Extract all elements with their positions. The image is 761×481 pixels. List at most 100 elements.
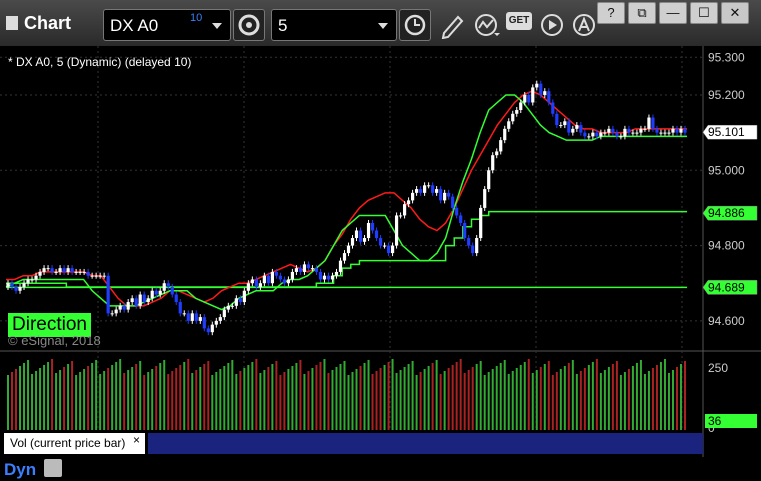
candle-body (190, 313, 194, 321)
candle-body (14, 286, 18, 291)
close-button[interactable]: ✕ (721, 2, 749, 24)
candle-body (162, 283, 166, 291)
chart-title: * DX A0, 5 (Dynamic) (delayed 10) (8, 55, 192, 69)
candle-body (382, 245, 387, 247)
price-tick-label: 95.200 (708, 88, 745, 102)
maximize-button[interactable]: ☐ (690, 2, 718, 24)
candle-body (683, 128, 687, 133)
price-chart[interactable]: 95.30095.20095.00094.80094.6003104:0008:… (0, 46, 761, 481)
candle-body (50, 268, 54, 272)
candle-body (114, 309, 118, 314)
candle-body (539, 83, 543, 95)
play-icon[interactable] (538, 11, 568, 39)
candle-body (274, 271, 278, 276)
candle-body (142, 294, 146, 303)
candle-body (543, 91, 547, 95)
get-button[interactable]: GET (506, 12, 532, 30)
candle-body (567, 121, 571, 133)
candle-body (202, 317, 206, 329)
candle-body (134, 298, 138, 306)
candle-body (262, 275, 266, 284)
candle-body (607, 128, 611, 133)
candle-body (655, 128, 659, 133)
price-tick-label: 94.600 (708, 314, 745, 328)
candle-body (483, 189, 487, 208)
symbol-dropdown-icon[interactable] (212, 23, 222, 29)
candle-body (439, 189, 443, 201)
candle-body (615, 132, 619, 137)
candle-body (130, 298, 134, 303)
candle-body (358, 230, 363, 242)
volume-label-band (148, 433, 703, 454)
close-volume-study-icon[interactable]: × (133, 433, 140, 447)
volume-tag: 36 (708, 414, 722, 428)
candle-body (639, 128, 643, 133)
candle-body (390, 245, 395, 254)
price-tick-label: 95.300 (708, 50, 745, 64)
candle-body (463, 222, 467, 239)
time-frame-button[interactable] (399, 9, 431, 41)
candle-body (479, 207, 483, 239)
candle-body (471, 245, 475, 254)
candle-body (587, 136, 591, 138)
candle-body (459, 215, 463, 223)
candle-body (659, 132, 663, 134)
symbol-input[interactable]: DX A0 10 (103, 9, 231, 41)
study-icon[interactable] (472, 11, 502, 39)
candle-body (378, 238, 383, 246)
price-tick-label: 95.000 (708, 163, 745, 177)
candle-body (10, 283, 14, 287)
gear-icon (238, 14, 260, 36)
candle-body (146, 298, 150, 303)
candle-body (531, 87, 535, 103)
minimize-button[interactable]: — (659, 2, 687, 24)
candle-body (122, 305, 126, 310)
alert-icon[interactable] (570, 11, 600, 39)
candle-body (495, 151, 499, 156)
candle-body (86, 271, 90, 276)
candle-body (82, 271, 86, 273)
candle-body (222, 309, 226, 318)
candle-body (194, 313, 198, 321)
copyright-text: © eSignal, 2018 (8, 333, 101, 348)
help-button[interactable]: ? (597, 2, 625, 24)
candle-body (286, 279, 291, 284)
candle-body (298, 268, 303, 272)
pencil-icon[interactable] (438, 11, 468, 39)
interval-input[interactable]: 5 (271, 9, 397, 41)
candle-body (475, 238, 479, 254)
candle-body (451, 196, 455, 208)
candle-body (58, 268, 62, 272)
candle-body (507, 121, 511, 129)
candle-body (575, 125, 579, 129)
dynamic-mode-indicator[interactable]: Dyn (4, 460, 36, 480)
interval-value: 5 (278, 16, 288, 35)
settings-button[interactable] (233, 9, 265, 41)
candle-body (467, 238, 471, 246)
candle-body (523, 94, 527, 103)
candle-body (619, 136, 623, 138)
candle-body (282, 279, 287, 284)
candle-body (62, 268, 66, 272)
candle-body (250, 279, 254, 284)
candle-body (166, 283, 170, 287)
candle-body (70, 268, 74, 272)
candle-body (350, 238, 355, 246)
candle-body (42, 268, 46, 272)
lock-icon[interactable] (44, 459, 62, 477)
candle-body (427, 185, 431, 187)
candle-body (126, 302, 130, 310)
candle-body (415, 189, 419, 193)
clock-icon (404, 14, 426, 36)
candle-body (406, 200, 411, 205)
candle-body (246, 283, 250, 291)
candle-body (6, 283, 10, 287)
candle-body (487, 170, 491, 190)
interval-dropdown-icon[interactable] (378, 23, 388, 29)
candle-body (118, 305, 122, 310)
candle-body (314, 268, 319, 272)
candle-body (595, 132, 599, 137)
candle-body (647, 117, 651, 129)
candle-body (106, 275, 110, 314)
link-button[interactable]: ⧉ (628, 2, 656, 24)
